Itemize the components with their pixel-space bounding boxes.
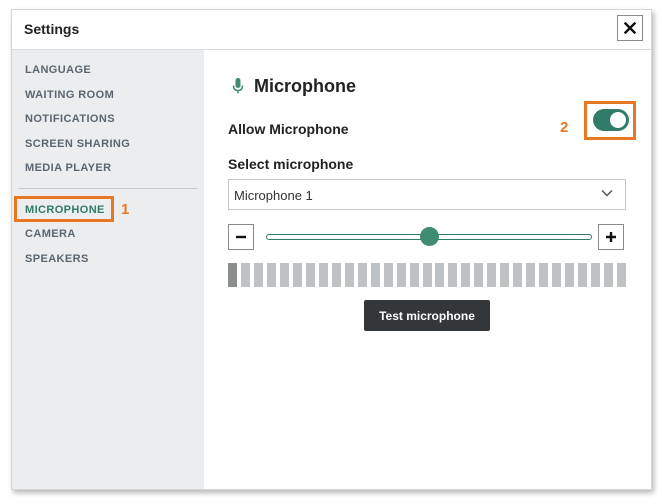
volume-decrease-button[interactable] (228, 224, 254, 250)
meter-segment (487, 263, 497, 287)
volume-increase-button[interactable] (598, 224, 624, 250)
meter-segment (552, 263, 562, 287)
close-button[interactable] (617, 15, 643, 41)
sidebar-item-speakers[interactable]: SPEAKERS (25, 253, 89, 265)
meter-segment (591, 263, 601, 287)
callout-number-1: 1 (121, 201, 130, 218)
callout-highlight-microphone (14, 196, 114, 222)
allow-microphone-toggle[interactable] (593, 109, 629, 131)
sidebar-item-camera[interactable]: CAMERA (25, 228, 76, 240)
dialog-title: Settings (24, 21, 80, 37)
toggle-knob (610, 112, 626, 128)
chevron-down-icon (601, 189, 613, 197)
microphone-icon (232, 78, 244, 94)
meter-segment (422, 263, 432, 287)
settings-sidebar: LANGUAGE WAITING ROOM NOTIFICATIONS SCRE… (12, 50, 204, 489)
close-icon (624, 22, 636, 34)
meter-segment (513, 263, 523, 287)
test-microphone-button[interactable]: Test microphone (364, 300, 490, 331)
meter-segment (617, 263, 626, 287)
sidebar-divider (18, 188, 198, 189)
meter-segment (396, 263, 406, 287)
microphone-select[interactable]: Microphone 1 (228, 179, 626, 210)
meter-segment (357, 263, 367, 287)
sidebar-item-media-player[interactable]: MEDIA PLAYER (25, 162, 112, 174)
volume-slider-thumb[interactable] (419, 227, 439, 246)
meter-segment (474, 263, 484, 287)
meter-segment (266, 263, 276, 287)
settings-dialog: Settings LANGUAGE WAITING ROOM NOTIFICAT… (11, 9, 652, 490)
plus-icon (606, 232, 616, 242)
callout-number-2: 2 (560, 119, 569, 136)
sidebar-item-language[interactable]: LANGUAGE (25, 64, 91, 76)
meter-segment (500, 263, 510, 287)
meter-segment (409, 263, 419, 287)
panel-heading: Microphone (254, 76, 356, 96)
minus-icon (236, 235, 246, 239)
dialog-titlebar: Settings (12, 10, 651, 50)
meter-segment (344, 263, 354, 287)
allow-microphone-label: Allow Microphone (228, 121, 349, 137)
meter-segment (318, 263, 328, 287)
meter-segment (331, 263, 341, 287)
meter-segment (435, 263, 445, 287)
meter-segment (292, 263, 302, 287)
select-microphone-label: Select microphone (228, 156, 354, 172)
meter-segment (604, 263, 614, 287)
microphone-panel: Microphone Allow Microphone 2 Select mic… (204, 50, 651, 489)
meter-segment (305, 263, 315, 287)
microphone-select-value: Microphone 1 (234, 188, 313, 203)
meter-segment (253, 263, 263, 287)
meter-segment (565, 263, 575, 287)
meter-segment (461, 263, 471, 287)
meter-segment (279, 263, 289, 287)
meter-segment (228, 263, 237, 287)
sidebar-item-waiting-room[interactable]: WAITING ROOM (25, 89, 114, 101)
meter-segment (578, 263, 588, 287)
meter-segment (370, 263, 380, 287)
meter-segment (539, 263, 549, 287)
sidebar-item-notifications[interactable]: NOTIFICATIONS (25, 113, 115, 125)
sidebar-item-screen-sharing[interactable]: SCREEN SHARING (25, 138, 130, 150)
meter-segment (526, 263, 536, 287)
input-level-meter (228, 263, 626, 287)
meter-segment (240, 263, 250, 287)
meter-segment (383, 263, 393, 287)
meter-segment (448, 263, 458, 287)
